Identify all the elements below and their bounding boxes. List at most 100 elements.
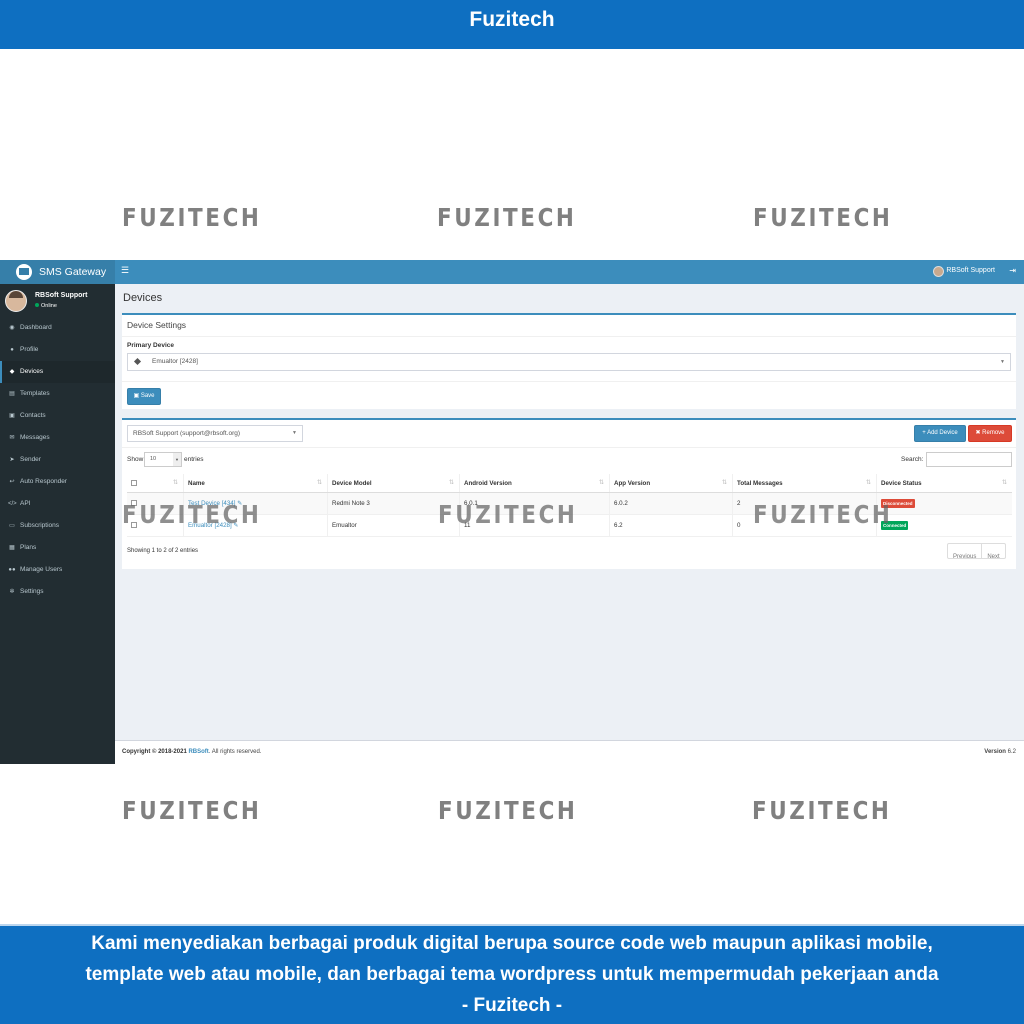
sidebar-item-contacts[interactable]: ▣ Contacts (0, 405, 115, 427)
header-avatar (933, 266, 944, 277)
save-label: Save (140, 393, 155, 399)
column-label: Total Messages (737, 480, 783, 487)
top-navbar: ☰ RBSoft Support ⇥ (115, 260, 1024, 284)
sidebar-item-label: Messages (20, 434, 50, 441)
gear-icon: ✲ (9, 589, 15, 595)
sidebar-item-auto-responder[interactable]: ↩ Auto Responder (0, 471, 115, 493)
user-icon: ● (10, 347, 14, 353)
sidebar: SMS Gateway RBSoft Support Online ◉ Dashb… (0, 260, 115, 764)
sidebar-item-label: Auto Responder (20, 478, 67, 485)
page-length-select[interactable]: 10 ▼ (144, 452, 182, 467)
version: Version 6.2 (984, 749, 1016, 755)
search-input[interactable] (926, 452, 1012, 467)
previous-button[interactable]: Previous (948, 550, 981, 564)
android-icon: ◆ (9, 369, 15, 375)
watermark: FUZITECH (753, 500, 893, 529)
table-header-row: ⇅ Name ⇅ Device Model ⇅ Android Version ⇅ A… (127, 474, 1012, 493)
caret-down-icon: ▼ (1000, 359, 1005, 365)
sort-icon: ⇅ (316, 480, 322, 486)
select-all-checkbox[interactable] (131, 480, 137, 487)
watermark: FUZITECH (122, 203, 262, 232)
users-icon: ●● (8, 567, 16, 573)
version-number: 6.2 (1007, 749, 1016, 755)
company-link[interactable]: RBSoft (188, 749, 208, 755)
app-logo[interactable]: SMS Gateway (0, 260, 115, 284)
column-header-status[interactable]: Device Status ⇅ (877, 474, 1012, 492)
bottom-banner: Kami menyediakan berbagai produk digital… (0, 924, 1024, 1024)
user-status: Online (35, 303, 57, 309)
entries-label: entries (184, 456, 204, 463)
sort-icon: ⇅ (721, 480, 727, 486)
watermark: FUZITECH (438, 500, 578, 529)
column-label: App Version (614, 480, 651, 487)
sidebar-item-label: Contacts (20, 412, 46, 419)
menu-toggle-icon[interactable]: ☰ (121, 265, 129, 276)
watermark: FUZITECH (122, 500, 262, 529)
paper-plane-icon: ➤ (9, 457, 15, 463)
sidebar-item-dashboard[interactable]: ◉ Dashboard (0, 317, 115, 339)
user-select[interactable]: RBSoft Support (support@rbsoft.org) ▼ (127, 425, 303, 442)
page-length-value: 10 (150, 456, 157, 462)
add-device-button[interactable]: + Add Device (914, 425, 966, 442)
caret-down-icon: ▼ (173, 453, 181, 466)
sidebar-item-subscriptions[interactable]: ▭ Subscriptions (0, 515, 115, 537)
sidebar-item-settings[interactable]: ✲ Settings (0, 581, 115, 603)
sort-icon: ⇅ (598, 480, 604, 486)
column-header-total[interactable]: Total Messages ⇅ (733, 474, 877, 492)
primary-device-label: Primary Device (127, 342, 174, 349)
banner-line: template web atau mobile, dan berbagai t… (85, 964, 939, 985)
save-button[interactable]: ▣ Save (127, 388, 161, 405)
device-status-cell: Disconnected (877, 493, 1012, 514)
primary-device-select[interactable]: Emualtor [2428] ▼ (127, 353, 1011, 371)
sidebar-item-label: API (20, 500, 31, 507)
sidebar-item-sender[interactable]: ➤ Sender (0, 449, 115, 471)
watermark: FUZITECH (437, 203, 577, 232)
column-header-android[interactable]: Android Version ⇅ (460, 474, 610, 492)
banner-line: - Fuzitech - (461, 995, 563, 1016)
version-label: Version (984, 749, 1006, 755)
column-header-model[interactable]: Device Model ⇅ (328, 474, 460, 492)
column-header-name[interactable]: Name ⇅ (184, 474, 328, 492)
watermark: FUZITECH (122, 796, 262, 825)
remove-button[interactable]: ✖ Remove (968, 425, 1012, 442)
copyright-prefix: Copyright © 2018-2021 (122, 749, 189, 755)
sort-icon[interactable]: ⇅ (173, 474, 178, 493)
sidebar-item-devices[interactable]: ◆ Devices (0, 361, 115, 383)
column-label: Device Status (881, 480, 922, 487)
sidebar-item-plans[interactable]: ▦ Plans (0, 537, 115, 559)
app-version-cell: 6.0.2 (610, 493, 733, 514)
sidebar-item-templates[interactable]: ▤ Templates (0, 383, 115, 405)
header-user-name[interactable]: RBSoft Support (946, 267, 995, 274)
top-banner: Fuzitech (0, 0, 1024, 49)
app-logo-text: SMS Gateway (39, 266, 107, 278)
primary-device-value: Emualtor [2428] (152, 358, 198, 365)
next-button[interactable]: Next (982, 550, 1004, 564)
reply-icon: ↩ (9, 479, 15, 485)
sidebar-item-api[interactable]: </> API (0, 493, 115, 515)
sidebar-item-messages[interactable]: ✉ Messages (0, 427, 115, 449)
column-label: Android Version (464, 480, 512, 487)
column-label: Device Model (332, 480, 372, 487)
page-title: Devices (123, 292, 163, 304)
sidebar-item-label: Devices (20, 368, 44, 375)
sidebar-item-profile[interactable]: ● Profile (0, 339, 115, 361)
watermark: FUZITECH (752, 796, 892, 825)
copyright-suffix: . All rights reserved. (208, 749, 262, 755)
sidebar-item-label: Dashboard (20, 324, 52, 331)
envelope-icon: ✉ (9, 435, 15, 441)
sidebar-item-label: Subscriptions (20, 522, 60, 529)
address-card-icon: ▣ (9, 413, 15, 419)
column-header-app-version[interactable]: App Version ⇅ (610, 474, 733, 492)
sidebar-item-label: Plans (20, 544, 37, 551)
watermark: FUZITECH (753, 203, 893, 232)
money-icon: ▭ (9, 523, 15, 529)
watermark: FUZITECH (438, 796, 578, 825)
sign-out-icon[interactable]: ⇥ (1009, 266, 1016, 275)
sort-icon: ⇅ (448, 480, 454, 486)
footer: Copyright © 2018-2021 RBSoft. All rights… (115, 740, 1024, 764)
divider (122, 381, 1016, 382)
devices-box: RBSoft Support (support@rbsoft.org) ▼ + … (122, 418, 1016, 569)
add-device-label: Add Device (927, 430, 958, 436)
sidebar-item-manage-users[interactable]: ●● Manage Users (0, 559, 115, 581)
select-all-cell: ⇅ (127, 474, 184, 492)
